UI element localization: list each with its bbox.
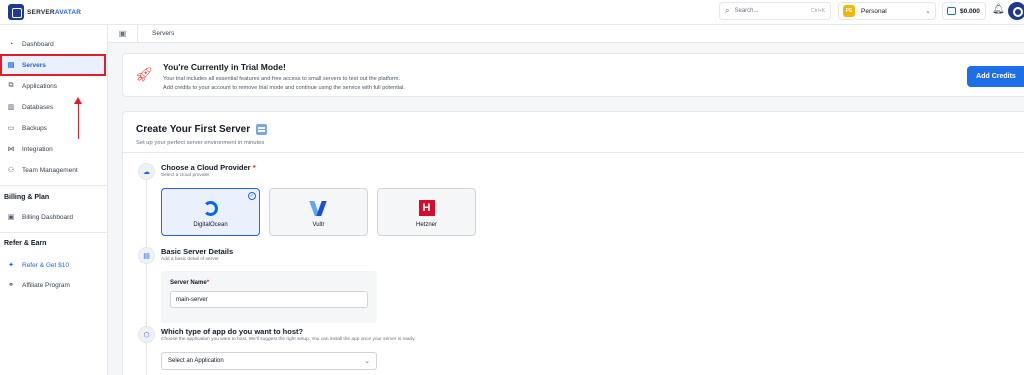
step-subtitle: Select a cloud provider <box>161 173 210 178</box>
vultr-logo-icon <box>308 201 327 216</box>
search-icon: ⌕ <box>725 6 730 15</box>
annotation-arrow-line <box>78 103 79 139</box>
integration-icon: ⋈ <box>7 146 15 153</box>
section-heading-refer: Refer & Earn <box>4 240 47 247</box>
top-bar: SERVERAVATAR ⌕ Search... Ctrl+K PE Perso… <box>0 0 1024 25</box>
search-shortcut: Ctrl+K <box>810 8 825 14</box>
wallet-amount: $0.000 <box>960 7 980 15</box>
hetzner-logo-icon: H <box>418 200 435 216</box>
add-credits-button[interactable]: Add Credits <box>967 66 1024 87</box>
breadcrumb-current[interactable]: Servers <box>138 30 174 37</box>
provider-card-hetzner[interactable]: H Hetzner <box>377 188 476 236</box>
banner-text: Your trial includes all essential featur… <box>163 76 401 82</box>
page-title-text: Create Your First Server <box>136 124 251 135</box>
server-name-label: Server Name* <box>170 280 210 286</box>
handshake-icon: ⚭ <box>8 282 14 289</box>
chevron-down-icon: ⌄ <box>364 358 370 365</box>
apps-icon: ⧉ <box>8 82 14 89</box>
sidebar-item-label: Dashboard <box>22 40 54 48</box>
sidebar-item-servers[interactable]: ▤ Servers <box>0 54 106 76</box>
step-connector <box>146 172 147 375</box>
sidebar-item-integration[interactable]: ⋈ Integration <box>2 140 104 158</box>
billing-icon: ▣ <box>7 214 15 221</box>
cloud-icon: ☁ <box>138 163 155 180</box>
workspace-selector[interactable]: PE Personal ⌄ <box>838 2 936 20</box>
workspace-name: Personal <box>861 7 887 15</box>
sidebar-item-label: Refer & Get $10 <box>22 261 69 269</box>
application-select[interactable]: Select an Application ⌄ <box>161 352 377 370</box>
sidebar-item-backups[interactable]: ▭ Backups <box>2 119 104 137</box>
logo-text: SERVERAVATAR <box>27 8 82 16</box>
sidebar-item-label: Backups <box>22 124 47 132</box>
provider-name: Vultr <box>312 222 325 228</box>
sidebar-item-team-management[interactable]: ⚇ Team Management <box>2 161 104 179</box>
step-title-details: Basic Server Details <box>161 247 234 256</box>
sidebar: ◔ Dashboard ▤ Servers ⧉ Applications ▥ D… <box>0 25 108 375</box>
chevron-down-icon: ⌄ <box>925 8 931 15</box>
server-stack-icon <box>256 124 268 135</box>
select-value: Select an Application <box>168 358 224 364</box>
sidebar-item-dashboard[interactable]: ◔ Dashboard <box>2 35 104 53</box>
server-icon: ▤ <box>7 62 15 69</box>
sidebar-item-databases[interactable]: ▥ Databases <box>2 98 104 116</box>
step-title-provider: Choose a Cloud Provider * <box>161 163 256 172</box>
sidebar-item-label: Applications <box>22 82 58 90</box>
sidebar-item-applications[interactable]: ⧉ Applications <box>2 77 104 95</box>
sidebar-item-affiliate[interactable]: ⚭ Affiliate Program <box>2 276 104 294</box>
sidebar-item-billing-dashboard[interactable]: ▣ Billing Dashboard <box>2 208 104 226</box>
bell-icon[interactable]: 🔔︎ <box>992 4 1005 15</box>
logo-icon <box>8 4 24 20</box>
server-name-field[interactable]: main-server <box>170 291 368 308</box>
provider-name: DigitalOcean <box>193 222 228 228</box>
logo[interactable]: SERVERAVATAR <box>8 4 81 20</box>
page-subtitle: Set up your perfect server environment i… <box>136 140 265 146</box>
sidebar-toggle-icon[interactable]: ▣ <box>108 25 138 42</box>
sidebar-item-refer[interactable]: ✦ Refer & Get $10 <box>2 256 104 274</box>
provider-card-digitalocean[interactable]: ✓ DigitalOcean <box>161 188 260 236</box>
digitalocean-logo-icon <box>203 201 218 216</box>
sidebar-item-label: Affiliate Program <box>22 281 70 289</box>
sidebar-item-label: Databases <box>22 103 54 111</box>
trial-banner: 🚀︎ You're Currently in Trial Mode! Your … <box>122 53 1024 97</box>
sidebar-item-label: Servers <box>22 61 46 69</box>
divider <box>0 232 108 233</box>
search-placeholder: Search... <box>734 8 759 14</box>
page-title: Create Your First Server <box>136 124 268 135</box>
step-subtitle: Add a basic detail of server <box>161 257 219 262</box>
check-icon: ✓ <box>248 192 256 200</box>
sidebar-item-label: Team Management <box>22 166 78 174</box>
rocket-icon: 🚀︎ <box>135 66 153 82</box>
avatar[interactable] <box>1008 2 1024 20</box>
provider-card-vultr[interactable]: Vultr <box>269 188 368 236</box>
divider <box>123 152 1024 153</box>
workspace-badge: PE <box>843 5 855 17</box>
provider-name: Hetzner <box>415 222 437 228</box>
wallet-balance[interactable]: $0.000 <box>942 2 986 20</box>
server-icon: ▤ <box>138 247 155 264</box>
annotation-arrow-head <box>74 97 82 104</box>
sidebar-item-label: Integration <box>22 145 53 153</box>
banner-text: Add credits to your account to remove tr… <box>163 85 405 91</box>
gift-icon: ✦ <box>8 262 14 269</box>
create-server-card: Create Your First Server Set up your per… <box>122 111 1024 375</box>
breadcrumb: ▣ Servers <box>108 25 1024 43</box>
wallet-icon <box>947 7 956 15</box>
step-subtitle: Choose the application you want to host.… <box>161 337 416 342</box>
step-title-app: Which type of app do you want to host? <box>161 327 304 336</box>
dashboard-icon: ◔ <box>8 40 14 48</box>
box-icon: ⬡ <box>138 326 155 343</box>
sidebar-item-label: Billing Dashboard <box>22 213 73 221</box>
search-input[interactable]: ⌕ Search... Ctrl+K <box>719 2 831 20</box>
divider <box>0 185 108 186</box>
banner-title: You're Currently in Trial Mode! <box>163 62 286 72</box>
server-details-box: Server Name* main-server <box>161 271 377 323</box>
section-heading-billing: Billing & Plan <box>4 194 50 201</box>
backup-icon: ▭ <box>7 125 15 132</box>
team-icon: ⚇ <box>7 167 15 174</box>
database-icon: ▥ <box>7 104 15 111</box>
